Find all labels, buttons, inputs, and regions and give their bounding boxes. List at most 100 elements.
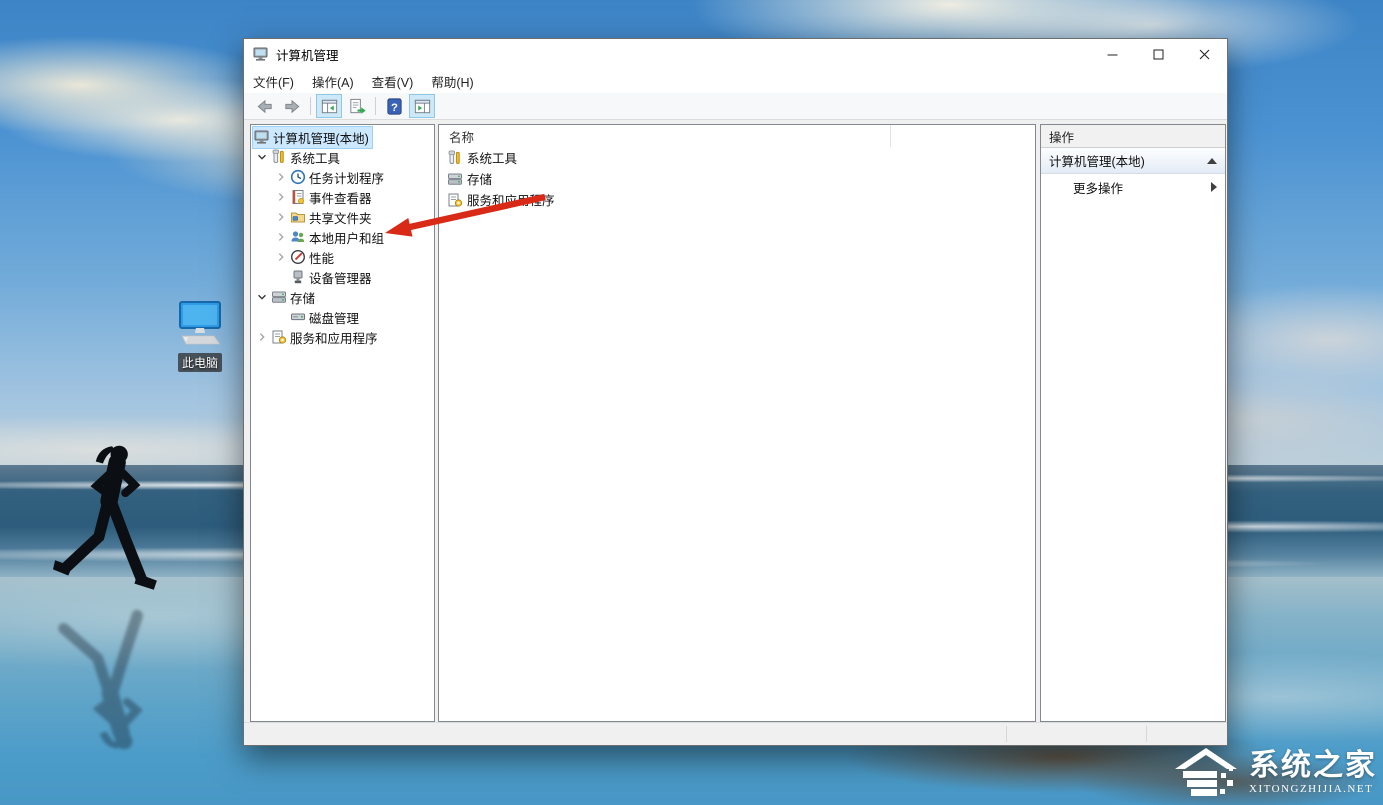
desktop-icon-this-pc[interactable]: 此电脑 [168,300,232,372]
menu-file[interactable]: 文件(F) [244,69,303,94]
computer-management-window: 计算机管理 文件(F) 操作(A) 查看(V) 帮助(H) ? 计算机管理(本地… [243,38,1228,746]
svg-text:?: ? [391,101,398,113]
export-list-button[interactable] [344,94,370,118]
tree-item-task-scheduler[interactable]: 任务计划程序 [251,167,434,187]
tree-item-label: 计算机管理(本地) [273,131,369,146]
close-button[interactable] [1181,39,1227,69]
tree-item-device-manager[interactable]: 设备管理器 [251,267,434,287]
list-item-storage[interactable]: 存储 [439,168,1035,189]
disk-management-icon [289,309,306,325]
close-icon [1199,49,1209,59]
tree-item-label: 本地用户和组 [309,231,385,246]
show-console-tree-toggle[interactable] [316,94,342,118]
help-button[interactable]: ? [381,94,407,118]
toolbar: ? [244,93,1227,120]
action-pane-icon [414,99,430,113]
chevron-collapsed-icon[interactable] [272,189,289,205]
list-item-label: 系统工具 [467,152,518,166]
chevron-collapsed-icon[interactable] [272,249,289,265]
app-icon [253,47,268,61]
tree-item-performance[interactable]: 性能 [251,247,434,267]
column-header-name: 名称 [449,130,475,145]
tree-item-event-viewer[interactable]: 事件查看器 [251,187,434,207]
status-separator [1006,726,1007,742]
console-tree-pane: 计算机管理(本地) 系统工具 任务计划程序 事件查看器 共享文件夹 本地用户和组… [250,124,435,722]
menu-view[interactable]: 查看(V) [363,69,423,94]
more-actions-label: 更多操作 [1073,181,1124,196]
list-view-pane: 名称 系统工具 存储 服务和应用程序 [438,124,1036,722]
actions-group-computer-management[interactable]: 计算机管理(本地) [1041,148,1225,174]
maximize-button[interactable] [1135,39,1181,69]
minimize-button[interactable] [1089,39,1135,69]
tree-item-label: 事件查看器 [309,191,372,206]
back-icon [257,99,272,113]
list-item-label: 服务和应用程序 [467,194,555,208]
tree-item-label: 共享文件夹 [309,211,372,226]
window-title: 计算机管理 [276,48,339,63]
local-users-groups-icon [289,229,306,245]
shared-folders-icon [289,209,306,225]
actions-pane-header: 操作 [1041,125,1225,148]
tree-item-services-and-applications[interactable]: 服务和应用程序 [251,327,434,347]
list-item-label: 存储 [467,173,493,187]
tree-item-shared-folders[interactable]: 共享文件夹 [251,207,434,227]
chevron-expanded-icon[interactable] [253,149,270,165]
chevron-collapsed-icon[interactable] [272,169,289,185]
list-column-header[interactable]: 名称 [439,125,1035,147]
console-tree-icon [321,99,337,113]
back-button[interactable] [251,94,277,118]
computer-icon [253,129,270,145]
title-bar[interactable]: 计算机管理 [244,39,1227,69]
forward-button[interactable] [279,94,305,118]
forward-icon [284,99,299,113]
tree-item-computer-management[interactable]: 计算机管理(本地) [251,125,434,149]
runner-silhouette [53,445,157,590]
site-watermark: 系统之家 XITONGZHIJIA.NET [1169,745,1377,801]
toolbar-separator [310,97,311,115]
device-manager-icon [289,269,306,285]
chevron-placeholder [272,309,289,325]
performance-icon [289,249,306,265]
menu-help[interactable]: 帮助(H) [422,69,482,94]
system-tools-icon [446,150,463,166]
watermark-domain: XITONGZHIJIA.NET [1249,783,1374,795]
chevron-collapsed-icon[interactable] [272,229,289,245]
tree-item-label: 系统工具 [290,151,341,166]
tree-item-system-tools[interactable]: 系统工具 [251,147,434,167]
system-tools-icon [270,149,287,165]
tree-item-label: 任务计划程序 [309,171,385,186]
collapse-group-icon[interactable] [1207,157,1217,164]
tree-item-disk-management[interactable]: 磁盘管理 [251,307,434,327]
storage-icon [270,289,287,305]
services-icon [446,192,463,208]
chevron-collapsed-icon[interactable] [272,209,289,225]
chevron-expanded-icon[interactable] [253,289,270,305]
task-scheduler-icon [289,169,306,185]
minimize-icon [1107,54,1117,55]
runner-reflection [58,609,143,750]
desktop: 此电脑 计算机管理 文件(F) 操作(A) 查看(V) 帮助(H) ? 计算机管… [0,0,1383,805]
list-item-system-tools[interactable]: 系统工具 [439,147,1035,168]
tree-item-storage[interactable]: 存储 [251,287,434,307]
watermark-title: 系统之家 [1249,749,1377,782]
tree-item-label: 磁盘管理 [309,311,360,326]
actions-header-label: 操作 [1049,130,1075,145]
chevron-collapsed-icon[interactable] [253,329,270,345]
column-divider[interactable] [890,125,891,147]
tree-item-local-users-and-groups[interactable]: 本地用户和组 [251,227,434,247]
actions-group-label: 计算机管理(本地) [1049,155,1145,169]
show-action-pane-toggle[interactable] [409,94,435,118]
maximize-icon [1153,49,1163,59]
tree-item-label: 性能 [309,251,335,266]
more-actions-item[interactable]: 更多操作 [1041,174,1225,200]
chevron-placeholder [272,269,289,285]
more-actions-arrow-icon [1211,182,1217,192]
services-icon [270,329,287,345]
export-list-icon [349,98,366,114]
menu-bar: 文件(F) 操作(A) 查看(V) 帮助(H) [244,69,1227,93]
list-item-services-and-applications[interactable]: 服务和应用程序 [439,189,1035,210]
storage-icon [446,171,463,187]
window-content: 计算机管理(本地) 系统工具 任务计划程序 事件查看器 共享文件夹 本地用户和组… [244,120,1227,723]
menu-action[interactable]: 操作(A) [303,69,363,94]
watermark-logo-icon [1175,748,1237,796]
